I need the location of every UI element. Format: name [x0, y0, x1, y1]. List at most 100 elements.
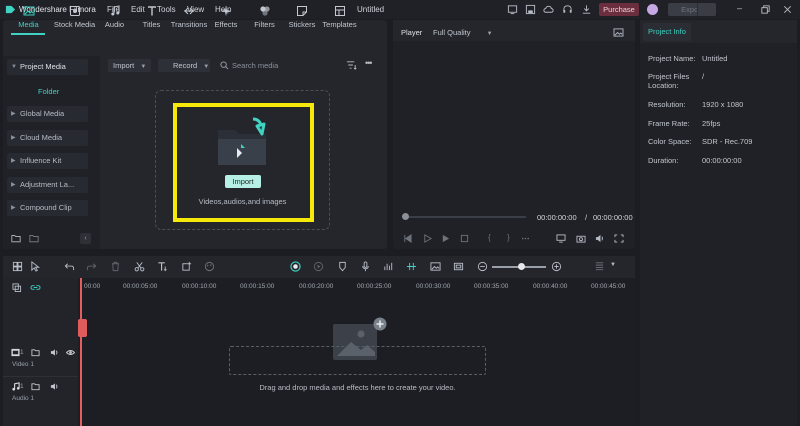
tab-label: Stock Media [53, 20, 96, 29]
more-options-icon[interactable]: ••• [365, 58, 373, 68]
audio-track-icon [12, 382, 20, 391]
microphone-icon[interactable] [360, 261, 371, 272]
import-button[interactable]: Import [225, 175, 261, 188]
link-chain-icon[interactable] [30, 283, 41, 292]
text-title-icon[interactable] [157, 261, 168, 272]
tab-templates[interactable]: Templates [322, 5, 357, 33]
zoom-in-icon[interactable] [551, 261, 562, 272]
snap-magnet-icon[interactable] [406, 261, 417, 272]
ruler-label: 00:00 [84, 283, 101, 290]
folder-icon[interactable] [31, 348, 40, 357]
tab-label: Media [18, 20, 39, 29]
search-input[interactable] [232, 59, 332, 72]
filmora-logo-icon [5, 5, 16, 14]
audio-mixer-icon[interactable] [383, 261, 394, 272]
delete-trash-icon[interactable] [110, 261, 121, 272]
play-icon[interactable] [423, 234, 432, 243]
purchase-button[interactable]: Purchase [599, 3, 639, 16]
support-headset-icon[interactable] [562, 4, 573, 15]
new-folder-icon[interactable] [11, 234, 21, 243]
marker-shield-icon[interactable] [337, 261, 348, 272]
chevron-down-icon[interactable]: ▼ [610, 262, 616, 268]
project-name-value: Untitled [702, 54, 728, 63]
stop-icon[interactable] [460, 234, 469, 243]
record-dropdown[interactable]: Record ▼ [158, 59, 210, 72]
select-pointer-icon[interactable] [30, 261, 41, 272]
cloud-upload-icon[interactable] [543, 4, 554, 15]
player-header [393, 20, 635, 41]
playback-progress-bar[interactable] [404, 216, 526, 218]
timeline-drop-zone[interactable] [229, 346, 486, 375]
tab-effects[interactable]: Effects [213, 5, 239, 33]
timeline-layout-icon[interactable] [594, 261, 605, 272]
tab-project-info[interactable]: Project Info [643, 23, 691, 41]
playhead-handle[interactable] [78, 319, 87, 337]
tab-transitions[interactable]: Transitions [170, 5, 208, 33]
folder-icon[interactable] [31, 382, 40, 391]
chevron-down-icon: ▼ [203, 64, 210, 70]
undo-icon[interactable] [64, 261, 75, 272]
collapse-sidebar-icon[interactable]: ‹ [80, 233, 91, 244]
video-track-icon [11, 348, 20, 357]
tab-titles[interactable]: Titles [139, 5, 164, 33]
eye-visibility-icon[interactable] [66, 348, 75, 357]
export-dropdown[interactable] [697, 3, 716, 16]
chevron-down-icon: ▼ [140, 64, 147, 70]
tab-audio[interactable]: Audio [102, 5, 127, 33]
display-monitor-icon[interactable] [556, 234, 566, 243]
monitor-icon[interactable] [507, 4, 518, 15]
picture-in-picture-icon[interactable] [430, 261, 441, 272]
tab-media[interactable]: Media [16, 5, 41, 33]
mark-out-icon[interactable]: } [507, 233, 510, 242]
avatar[interactable] [647, 4, 658, 15]
ruler-label: 00:00:10:00 [182, 283, 217, 290]
project-location-value: / [702, 72, 705, 81]
sidebar-item-project-media[interactable]: ▼ Project Media [7, 59, 88, 75]
play-triangle-icon[interactable] [441, 234, 450, 243]
progress-knob[interactable] [402, 213, 409, 220]
layout-grid-icon[interactable] [12, 261, 23, 272]
sidebar-item-cloud-media[interactable]: ▶ Cloud Media [7, 130, 88, 146]
tab-label: Audio [104, 20, 125, 29]
sidebar-item-adjustment-layer[interactable]: ▶ Adjustment La... [7, 177, 88, 193]
filter-sort-icon[interactable] [346, 60, 357, 70]
previous-frame-icon[interactable] [403, 234, 412, 243]
fullscreen-icon[interactable] [614, 234, 624, 243]
volume-icon[interactable] [595, 234, 605, 243]
sidebar-item-influence-kit[interactable]: ▶ Influence Kit [7, 153, 88, 169]
save-icon[interactable] [525, 4, 536, 15]
mark-in-icon[interactable]: { [488, 233, 491, 242]
color-palette-icon[interactable] [204, 261, 215, 272]
playhead[interactable] [80, 278, 82, 426]
sidebar-item-compound-clip[interactable]: ▶ Compound Clip [7, 200, 88, 216]
more-options-icon[interactable] [521, 234, 530, 243]
camera-snapshot-icon[interactable] [576, 234, 586, 243]
crop-icon[interactable] [181, 261, 192, 272]
add-track-icon[interactable] [12, 283, 22, 292]
video-track-name: Video 1 [12, 361, 34, 368]
speaker-icon[interactable] [50, 348, 59, 357]
screen-fit-icon[interactable] [453, 261, 464, 272]
timeline-drop-caption: Drag and drop media and effects here to … [259, 383, 456, 392]
sidebar-item-folder[interactable]: Folder [38, 87, 59, 96]
frame-rate-label: Frame Rate: [648, 119, 690, 128]
minimize-icon[interactable]: – [737, 3, 742, 13]
tab-stickers[interactable]: Stickers [288, 5, 316, 33]
quality-dropdown[interactable]: Full Quality ▼ [433, 28, 493, 37]
sidebar-item-global-media[interactable]: ▶ Global Media [7, 106, 88, 122]
tab-stock-media[interactable]: Stock Media [52, 5, 97, 33]
snapshot-image-icon[interactable] [613, 28, 624, 37]
render-preview-icon[interactable] [313, 261, 324, 272]
auto-ripple-icon[interactable] [290, 261, 301, 272]
import-dropdown[interactable]: Import ▼ [108, 59, 151, 72]
download-icon[interactable] [581, 4, 592, 15]
scissors-cut-icon[interactable] [134, 261, 145, 272]
restore-icon[interactable] [760, 4, 771, 15]
speaker-icon[interactable] [50, 382, 59, 391]
tab-filters[interactable]: Filters [252, 5, 277, 33]
tab-label: Transitions [170, 20, 208, 29]
zoom-out-icon[interactable] [477, 261, 488, 272]
folder-icon[interactable] [29, 234, 39, 243]
redo-icon[interactable] [86, 261, 97, 272]
close-icon[interactable] [782, 4, 793, 15]
